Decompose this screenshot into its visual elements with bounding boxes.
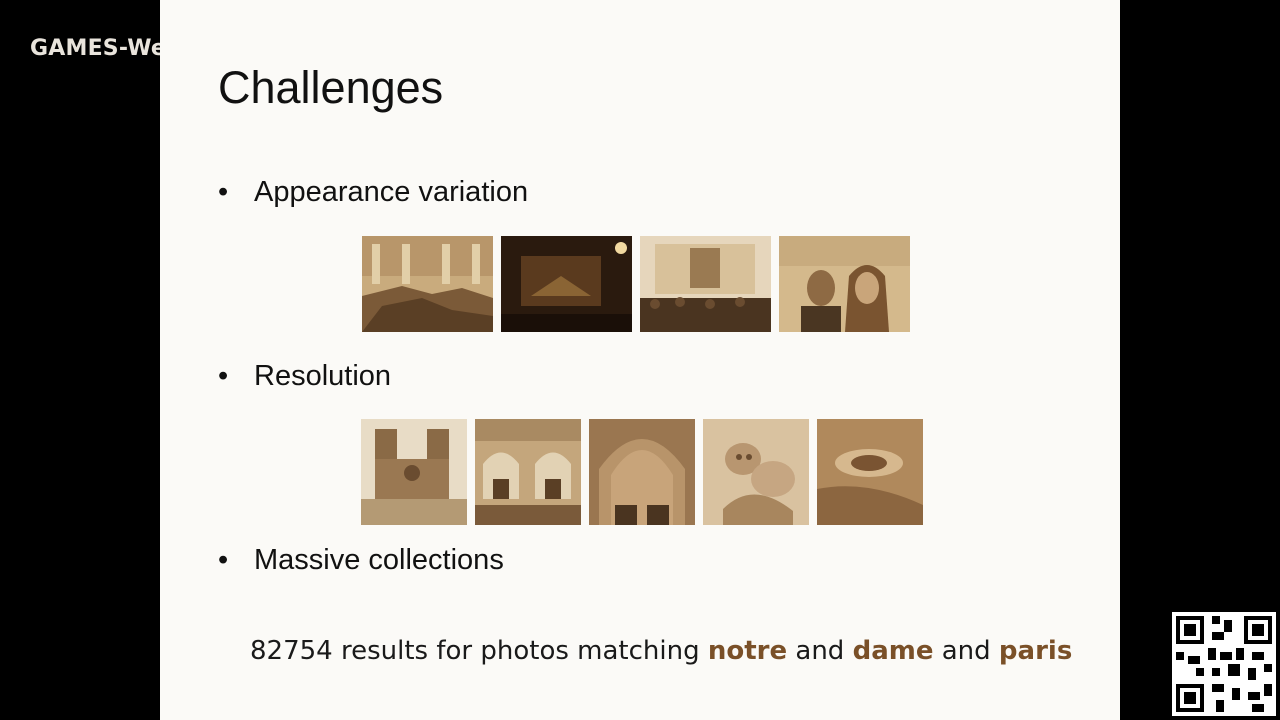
notre-dame-detail-image: [817, 419, 923, 525]
bullet-text: Massive collections: [254, 544, 504, 576]
caption-and: and: [933, 636, 999, 666]
bullet-text: Resolution: [254, 360, 392, 392]
trevi-fountain-crowd-image: [640, 236, 771, 332]
notre-dame-facade-image: [361, 419, 467, 525]
appearance-image-row: [362, 236, 910, 332]
trevi-fountain-day-image: [362, 236, 493, 332]
slide-title: Challenges: [218, 62, 444, 113]
bullet-appearance-variation: • Appearance variation: [218, 176, 528, 209]
resolution-image-row: [361, 419, 923, 525]
caption-prefix: 82754 results for photos matching: [250, 636, 708, 666]
keyword-paris: paris: [998, 636, 1073, 666]
watermark: GAMES-We: [30, 36, 166, 61]
bullet-marker: •: [218, 360, 229, 392]
trevi-fountain-selfie-image: [779, 236, 910, 332]
search-results-caption: 82754 results for photos matching notre …: [250, 636, 1072, 666]
notre-dame-portals-image: [475, 419, 581, 525]
bullet-text: Appearance variation: [254, 176, 529, 208]
bullet-marker: •: [218, 544, 229, 576]
notre-dame-sculpture-image: [703, 419, 809, 525]
slide: Challenges • Appearance variation • Reso…: [160, 0, 1120, 720]
keyword-notre: notre: [707, 636, 788, 666]
caption-and: and: [787, 636, 853, 666]
qr-code-icon: [1172, 612, 1276, 716]
keyword-dame: dame: [852, 636, 934, 666]
notre-dame-arch-image: [589, 419, 695, 525]
bullet-massive-collections: • Massive collections: [218, 544, 504, 577]
bullet-marker: •: [218, 176, 229, 208]
bullet-resolution: • Resolution: [218, 360, 391, 393]
trevi-fountain-night-image: [501, 236, 632, 332]
